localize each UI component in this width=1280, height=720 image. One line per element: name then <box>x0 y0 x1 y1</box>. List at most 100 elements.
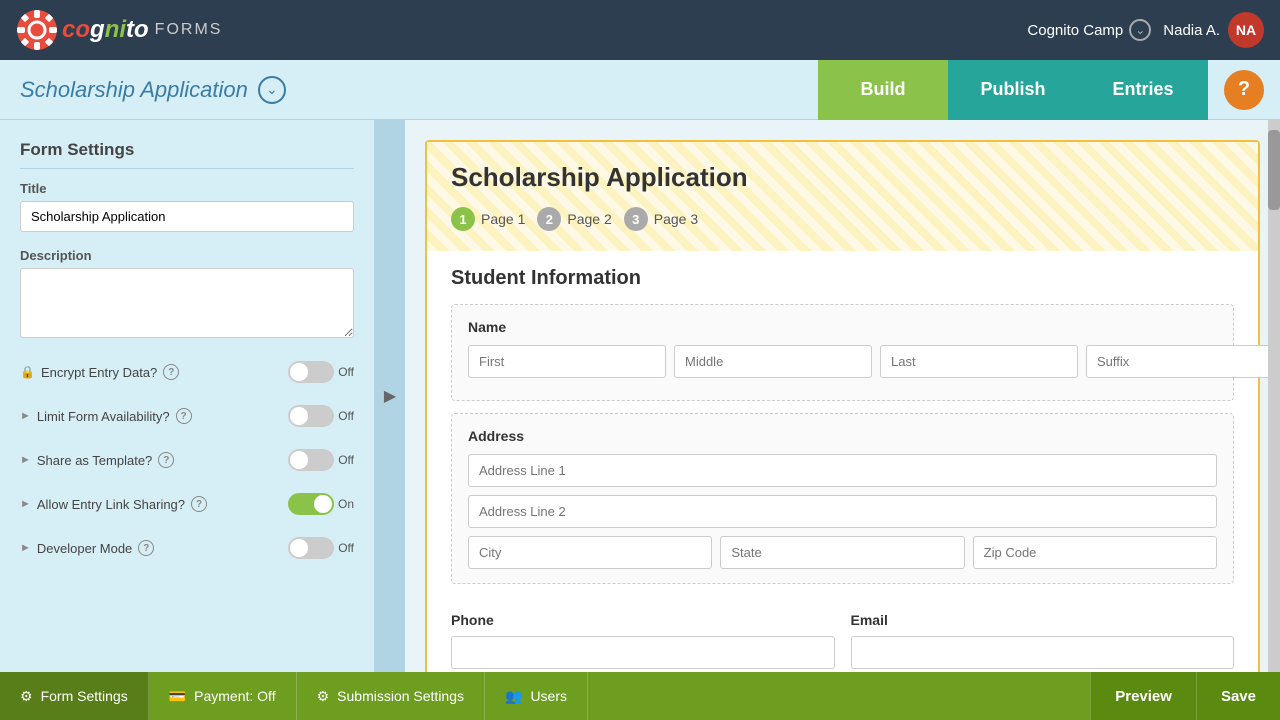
name-first-input[interactable] <box>468 345 666 378</box>
address-zip-input[interactable] <box>973 536 1217 569</box>
title-input[interactable] <box>20 201 354 232</box>
help-button[interactable]: ? <box>1224 70 1264 110</box>
address-city-input[interactable] <box>468 536 712 569</box>
name-last-input[interactable] <box>880 345 1078 378</box>
form-card-header: Scholarship Application 1 Page 1 2 Page … <box>427 142 1258 251</box>
page-2-num: 2 <box>537 207 561 231</box>
page-3-item[interactable]: 3 Page 3 <box>624 207 698 231</box>
description-textarea[interactable] <box>20 268 354 338</box>
tab-entries[interactable]: Entries <box>1078 60 1208 120</box>
header-bar: Scholarship Application ⌄ Build Publish … <box>0 60 1280 120</box>
limit-toggle-row: ► Limit Form Availability? ? Off <box>20 401 354 431</box>
org-chevron-icon[interactable]: ⌄ <box>1129 19 1151 41</box>
sidebar-title: Form Settings <box>20 140 354 169</box>
phone-label: Phone <box>451 612 835 628</box>
org-selector[interactable]: Cognito Camp ⌄ <box>1027 19 1151 41</box>
arrow-right-icon: ▶ <box>384 386 396 406</box>
entry-link-help-icon[interactable]: ? <box>191 496 207 512</box>
share-expand-icon[interactable]: ► <box>20 454 31 466</box>
entry-link-toggle[interactable]: On <box>288 493 354 515</box>
org-name: Cognito Camp <box>1027 22 1123 39</box>
entry-link-track[interactable] <box>288 493 334 515</box>
top-navigation: cognito FORMS Cognito Camp ⌄ Nadia A. NA <box>0 0 1280 60</box>
form-title: Scholarship Application <box>20 77 248 103</box>
encrypt-label: 🔒 Encrypt Entry Data? ? <box>20 364 179 380</box>
submission-label: Submission Settings <box>337 688 464 704</box>
developer-help-icon[interactable]: ? <box>138 540 154 556</box>
developer-toggle-label: Off <box>338 541 354 555</box>
student-info-section: Student Information Name Address <box>427 251 1258 612</box>
form-title-dropdown-icon[interactable]: ⌄ <box>258 76 286 104</box>
name-field-label: Name <box>468 319 1217 335</box>
payment-label: Payment: Off <box>194 688 275 704</box>
entry-link-toggle-row: ► Allow Entry Link Sharing? ? On <box>20 489 354 519</box>
developer-toggle[interactable]: Off <box>288 537 354 559</box>
limit-toggle-label: Off <box>338 409 354 423</box>
page-2-label: Page 2 <box>567 211 611 227</box>
limit-label: ► Limit Form Availability? ? <box>20 408 192 424</box>
encrypt-knob <box>290 363 308 381</box>
email-input[interactable] <box>851 636 1235 669</box>
scrollbar-track[interactable] <box>1268 120 1280 672</box>
developer-expand-icon[interactable]: ► <box>20 542 31 554</box>
scrollbar-thumb[interactable] <box>1268 130 1280 210</box>
logo-icon <box>16 9 58 51</box>
preview-label: Preview <box>1115 688 1172 705</box>
payment-icon: 💳 <box>169 688 186 705</box>
phone-email-section: Phone Email <box>427 612 1258 672</box>
save-label: Save <box>1221 688 1256 705</box>
form-settings-label: Form Settings <box>41 688 128 704</box>
limit-help-icon[interactable]: ? <box>176 408 192 424</box>
user-menu[interactable]: Nadia A. NA <box>1163 12 1264 48</box>
gear-icon: ⚙ <box>20 688 33 705</box>
address-line1-input[interactable] <box>468 454 1217 487</box>
address-state-input[interactable] <box>720 536 964 569</box>
share-toggle-row: ► Share as Template? ? Off <box>20 445 354 475</box>
tab-publish[interactable]: Publish <box>948 60 1078 120</box>
encrypt-help-icon[interactable]: ? <box>163 364 179 380</box>
share-track[interactable] <box>288 449 334 471</box>
sidebar-collapse-arrow[interactable]: ▶ <box>375 120 405 672</box>
tab-build[interactable]: Build <box>818 60 948 120</box>
developer-label: ► Developer Mode ? <box>20 540 154 556</box>
logo-forms-text: FORMS <box>155 21 223 39</box>
bottom-tab-users[interactable]: 👥 Users <box>485 672 588 720</box>
title-field-group: Title <box>20 181 354 232</box>
name-field-block: Name <box>451 304 1234 401</box>
logo-brand-name: cognito <box>62 16 149 44</box>
bottom-tab-submission[interactable]: ⚙ Submission Settings <box>297 672 485 720</box>
preview-button[interactable]: Preview <box>1090 672 1196 720</box>
user-name: Nadia A. <box>1163 22 1220 39</box>
encrypt-toggle-label: Off <box>338 365 354 379</box>
description-field-group: Description <box>20 248 354 341</box>
address-city-state-zip-row <box>468 536 1217 569</box>
developer-label-text: Developer Mode <box>37 541 132 556</box>
bottom-tab-form-settings[interactable]: ⚙ Form Settings <box>0 672 149 720</box>
encrypt-toggle[interactable]: Off <box>288 361 354 383</box>
address-line2-input[interactable] <box>468 495 1217 528</box>
entry-link-label-text: Allow Entry Link Sharing? <box>37 497 185 512</box>
page-1-item[interactable]: 1 Page 1 <box>451 207 525 231</box>
page-2-item[interactable]: 2 Page 2 <box>537 207 611 231</box>
name-suffix-input[interactable] <box>1086 345 1280 378</box>
page-3-num: 3 <box>624 207 648 231</box>
name-middle-input[interactable] <box>674 345 872 378</box>
encrypt-track[interactable] <box>288 361 334 383</box>
bottom-tab-payment[interactable]: 💳 Payment: Off <box>149 672 297 720</box>
phone-input[interactable] <box>451 636 835 669</box>
entry-link-expand-icon[interactable]: ► <box>20 498 31 510</box>
limit-track[interactable] <box>288 405 334 427</box>
save-button[interactable]: Save <box>1196 672 1280 720</box>
share-toggle[interactable]: Off <box>288 449 354 471</box>
limit-toggle[interactable]: Off <box>288 405 354 427</box>
entry-link-knob <box>314 495 332 513</box>
email-field: Email <box>851 612 1235 669</box>
form-card-title: Scholarship Application <box>451 162 1234 193</box>
limit-expand-icon[interactable]: ► <box>20 410 31 422</box>
name-input-row <box>468 345 1217 378</box>
page-1-label: Page 1 <box>481 211 525 227</box>
submission-icon: ⚙ <box>317 688 330 705</box>
developer-track[interactable] <box>288 537 334 559</box>
share-help-icon[interactable]: ? <box>158 452 174 468</box>
share-knob <box>290 451 308 469</box>
